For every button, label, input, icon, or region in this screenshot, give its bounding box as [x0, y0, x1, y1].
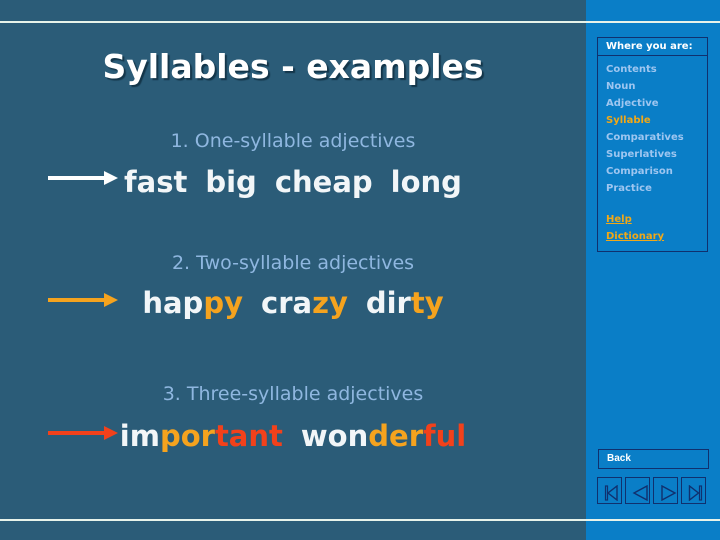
sidebar-nav-list: Contents Noun Adjective Syllable Comparative… — [598, 56, 707, 251]
next-slide-button[interactable] — [653, 477, 678, 504]
syllable: big — [205, 165, 257, 199]
syllable: fast — [124, 165, 188, 199]
section-word-list: important wonderful — [0, 419, 586, 453]
sidebar-item-syllable[interactable]: Syllable — [606, 112, 707, 129]
where-you-are-label: Where you are: — [598, 38, 707, 56]
syllable: por — [159, 419, 215, 453]
section-one-syllable: 1. One-syllable adjectives fast big cheap l… — [0, 130, 586, 199]
sidebar-item-practice[interactable]: Practice — [606, 180, 707, 197]
section-three-syllable: 3. Three-syllable adjectives important wo… — [0, 383, 586, 453]
syllable: hap — [142, 286, 204, 320]
word: dirty — [366, 286, 444, 320]
word: fast — [124, 165, 187, 199]
back-button[interactable]: Back — [598, 449, 709, 469]
sidebar-link-dictionary[interactable]: Dictionary — [606, 228, 707, 245]
syllable: ful — [423, 419, 467, 453]
section-heading: 1. One-syllable adjectives — [170, 130, 416, 152]
section-heading: 2. Two-syllable adjectives — [171, 252, 415, 274]
top-divider-rule — [0, 21, 586, 23]
last-slide-button[interactable] — [681, 477, 706, 504]
syllable: cheap — [274, 165, 373, 199]
word: crazy — [261, 286, 348, 320]
where-you-are-box: Where you are: Contents Noun Adjective Syll… — [597, 37, 708, 252]
word: cheap — [275, 165, 373, 199]
sidebar-item-noun[interactable]: Noun — [606, 78, 707, 95]
slide-canvas: Syllables - examples 1. One-syllable adj… — [0, 0, 720, 540]
syllable: tant — [214, 419, 283, 453]
section-heading: 3. Three-syllable adjectives — [162, 383, 424, 405]
previous-slide-button[interactable] — [625, 477, 650, 504]
syllable: zy — [312, 286, 348, 320]
syllable: dir — [365, 286, 411, 320]
sidebar-item-superlatives[interactable]: Superlatives — [606, 146, 707, 163]
previous-slide-icon — [632, 484, 648, 501]
sidebar-item-adjective[interactable]: Adjective — [606, 95, 707, 112]
word: long — [391, 165, 462, 199]
bottom-divider-rule — [0, 519, 586, 521]
sidebar-item-comparison[interactable]: Comparison — [606, 163, 707, 180]
syllable: won — [300, 419, 369, 453]
syllable: im — [119, 419, 160, 453]
section-word-list: happy crazy dirty — [0, 286, 586, 320]
section-two-syllable: 2. Two-syllable adjectives happy crazy dir… — [0, 252, 586, 320]
sidebar-top-rule — [586, 21, 720, 23]
syllable: der — [368, 419, 423, 453]
page-title: Syllables - examples — [102, 47, 484, 86]
last-slide-icon — [688, 484, 703, 501]
sidebar-bottom-rule — [586, 519, 720, 521]
syllable: cra — [261, 286, 313, 320]
word: important — [120, 419, 283, 453]
sidebar-item-contents[interactable]: Contents — [606, 61, 707, 78]
word: happy — [142, 286, 243, 320]
first-slide-button[interactable] — [597, 477, 622, 504]
main-content-panel: Syllables - examples 1. One-syllable adj… — [0, 0, 586, 540]
slide-navigation-controls — [597, 477, 709, 504]
next-slide-icon — [660, 484, 677, 501]
section-word-list: fast big cheap long — [0, 165, 586, 199]
syllable: ty — [410, 286, 444, 320]
first-slide-icon — [604, 484, 618, 501]
word: wonderful — [301, 419, 466, 453]
sidebar-link-help[interactable]: Help — [606, 211, 707, 228]
sidebar-item-comparatives[interactable]: Comparatives — [606, 129, 707, 146]
word: big — [205, 165, 256, 199]
syllable: long — [390, 165, 462, 199]
syllable: py — [203, 286, 243, 320]
